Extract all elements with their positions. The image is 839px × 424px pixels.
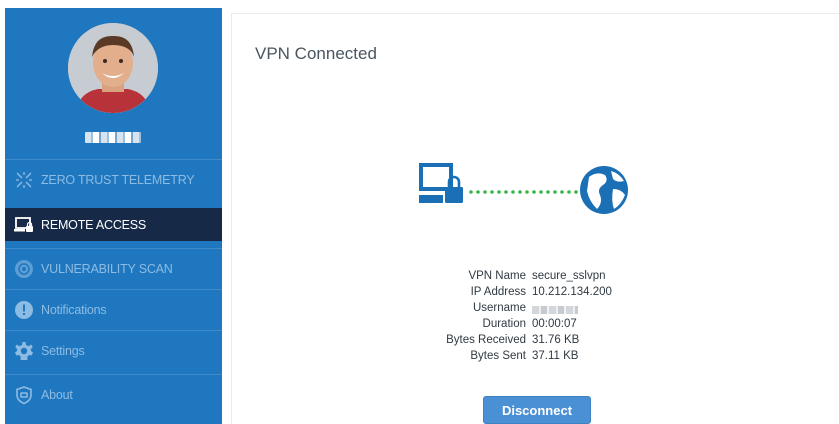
- detail-label: Username: [472, 302, 526, 314]
- detail-row-bytes-received: Bytes Received 31.76 KB: [382, 334, 682, 350]
- sidebar-item-label: About: [41, 388, 73, 402]
- detail-row-bytes-sent: Bytes Sent 37.11 KB: [382, 350, 682, 366]
- detail-value: 37.11 KB: [532, 350, 579, 362]
- connection-dots: [469, 190, 578, 194]
- vpn-status-graphic: [419, 163, 628, 214]
- main-panel: VPN Connected VPN Name secure_sslvpn IP …: [231, 13, 839, 424]
- sidebar-item-vulnerability-scan[interactable]: VULNERABILITY SCAN: [5, 248, 222, 289]
- vulnerability-scan-icon: [13, 258, 35, 280]
- detail-row-duration: Duration 00:00:07: [382, 318, 682, 334]
- sidebar-item-label: ZERO TRUST TELEMETRY: [41, 173, 195, 187]
- telemetry-icon: [13, 169, 35, 191]
- detail-label: VPN Name: [468, 270, 526, 282]
- detail-value-redacted: [532, 302, 682, 318]
- detail-value: 31.76 KB: [532, 334, 580, 346]
- detail-row-ip-address: IP Address 10.212.134.200: [382, 286, 682, 302]
- gear-icon: [13, 340, 35, 362]
- laptop-lock-icon: [419, 163, 463, 203]
- sidebar-item-notifications[interactable]: Notifications: [5, 289, 222, 330]
- avatar: [68, 23, 158, 113]
- about-shield-icon: [13, 384, 35, 406]
- remote-access-icon: [13, 214, 35, 236]
- detail-label: Bytes Sent: [470, 350, 526, 362]
- sidebar-item-label: Notifications: [41, 303, 107, 317]
- detail-label: IP Address: [470, 286, 526, 298]
- globe-icon: [580, 166, 628, 214]
- notification-icon: [13, 299, 35, 321]
- sidebar-item-about[interactable]: About: [5, 374, 222, 415]
- sidebar-item-remote-access[interactable]: REMOTE ACCESS: [5, 208, 222, 241]
- vpn-details: VPN Name secure_sslvpn IP Address 10.212…: [382, 270, 682, 366]
- redacted-username: [532, 306, 578, 314]
- detail-label: Duration: [482, 318, 526, 330]
- sidebar-item-label: VULNERABILITY SCAN: [41, 262, 173, 276]
- detail-row-username: Username: [382, 302, 682, 318]
- sidebar: ZERO TRUST TELEMETRY REMOTE ACCESS VULNE…: [5, 8, 222, 424]
- detail-value: 00:00:07: [532, 318, 577, 330]
- page-title: VPN Connected: [255, 44, 377, 63]
- detail-label: Bytes Received: [446, 334, 526, 346]
- user-profile: [5, 8, 222, 159]
- sidebar-item-label: REMOTE ACCESS: [41, 218, 147, 232]
- username-redacted: [85, 132, 141, 143]
- detail-row-vpn-name: VPN Name secure_sslvpn: [382, 270, 682, 286]
- detail-value: 10.212.134.200: [532, 286, 612, 298]
- sidebar-item-label: Settings: [41, 344, 85, 358]
- sidebar-item-zero-trust-telemetry[interactable]: ZERO TRUST TELEMETRY: [5, 159, 222, 200]
- sidebar-item-settings[interactable]: Settings: [5, 330, 222, 371]
- detail-value: secure_sslvpn: [532, 270, 606, 282]
- disconnect-button[interactable]: Disconnect: [483, 396, 591, 424]
